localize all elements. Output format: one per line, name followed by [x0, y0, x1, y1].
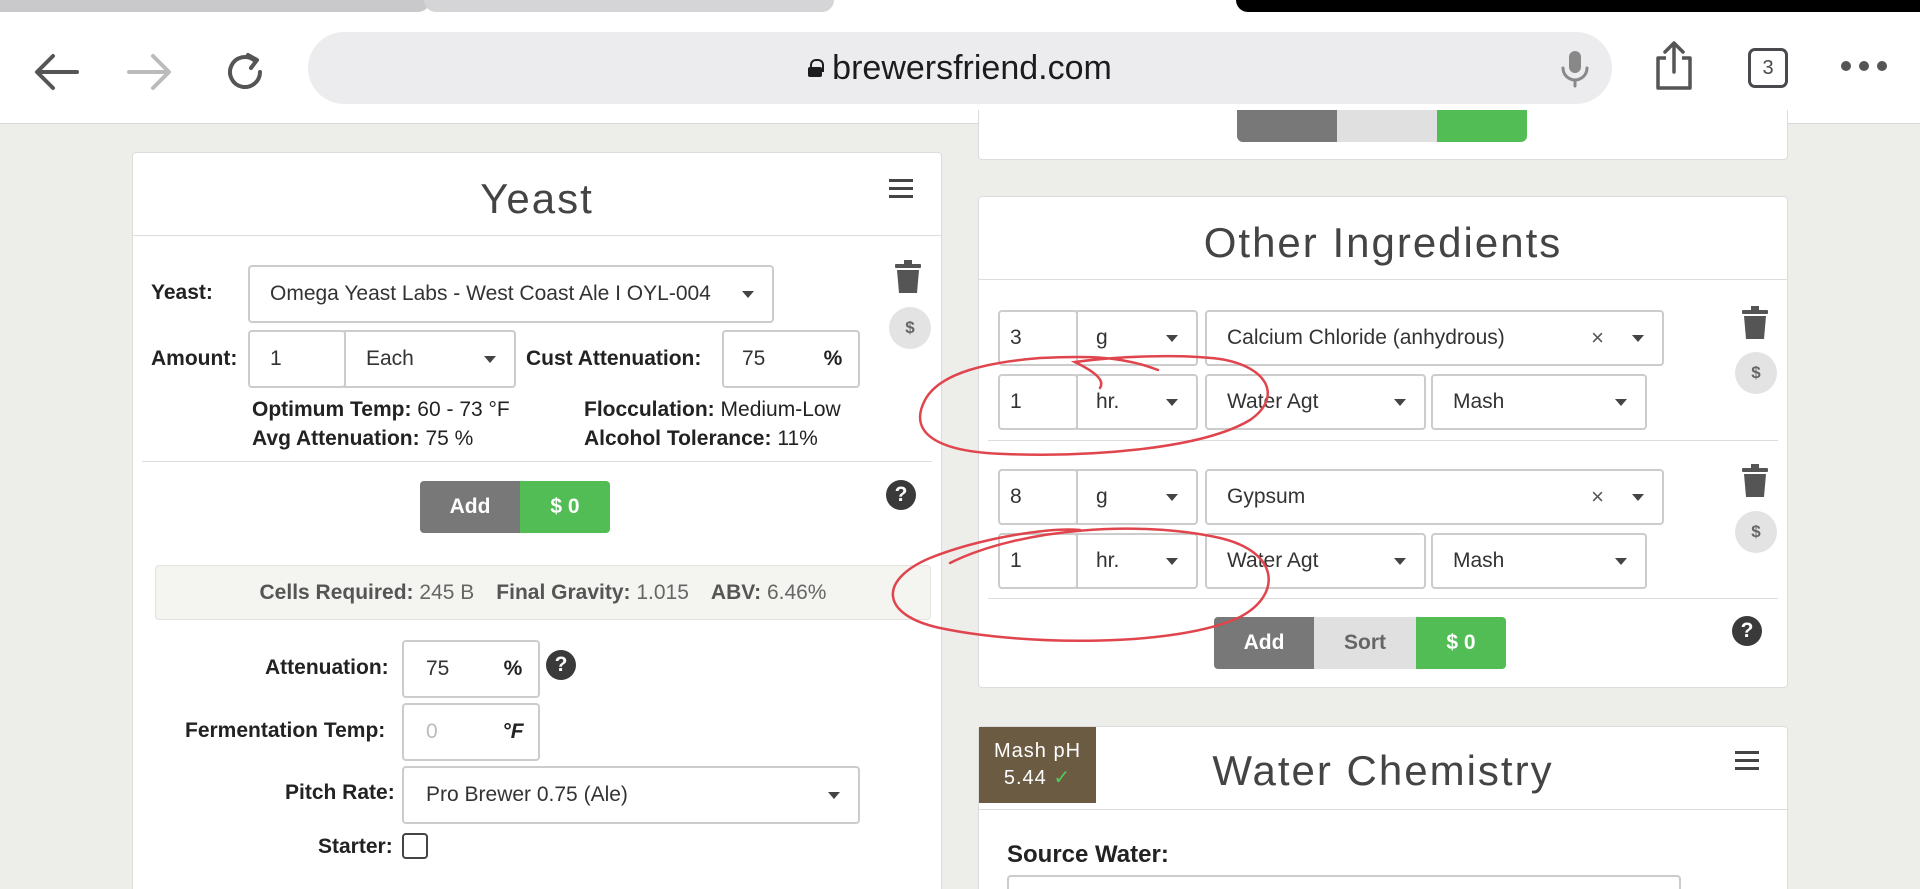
red-annotation-marks	[891, 354, 1270, 643]
